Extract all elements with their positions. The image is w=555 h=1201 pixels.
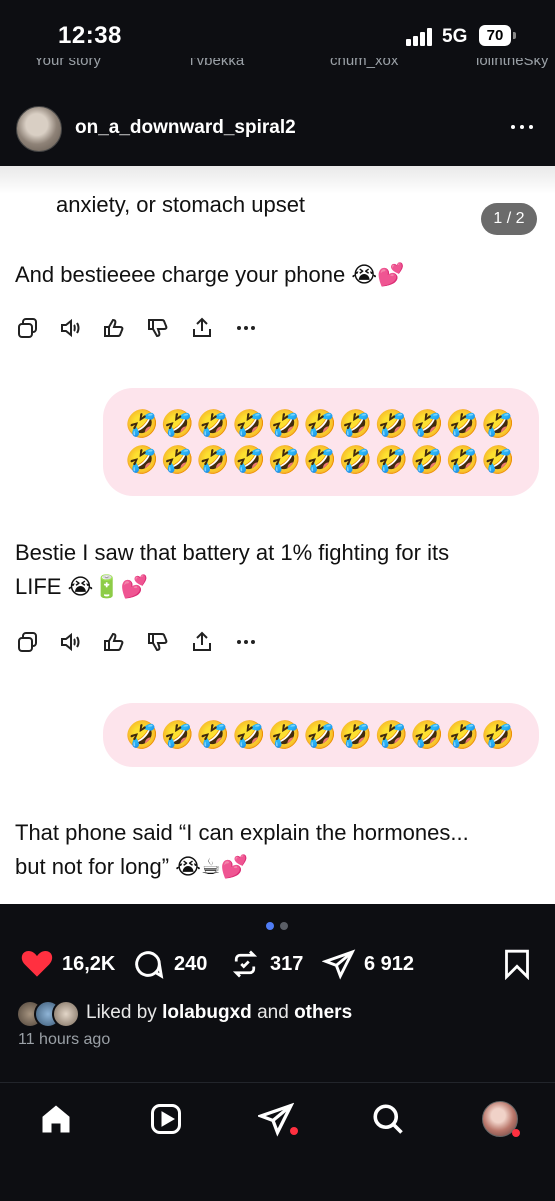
- emoji-line: 🤣🤣🤣🤣🤣🤣🤣🤣🤣🤣🤣: [125, 409, 517, 439]
- liked-by-user[interactable]: lolabugxd: [162, 1002, 252, 1023]
- bookmark-icon: [505, 949, 529, 980]
- user-message-bubble: 🤣🤣🤣🤣🤣🤣🤣🤣🤣🤣🤣: [103, 703, 539, 767]
- chat-message: And bestieeee charge your phone 😭💕: [15, 262, 405, 287]
- thumbs-up-icon[interactable]: [102, 630, 126, 654]
- user-message-bubble: 🤣🤣🤣🤣🤣🤣🤣🤣🤣🤣🤣 🤣🤣🤣🤣🤣🤣🤣🤣🤣🤣🤣: [103, 388, 539, 496]
- bottom-tab-bar: [0, 1082, 555, 1201]
- more-icon[interactable]: [234, 316, 258, 340]
- avatar: [52, 1000, 80, 1028]
- story-label[interactable]: Your story: [34, 58, 101, 69]
- emoji-line: 🤣🤣🤣🤣🤣🤣🤣🤣🤣🤣🤣: [125, 445, 517, 475]
- tab-search[interactable]: [370, 1101, 406, 1137]
- liked-by-others[interactable]: others: [294, 1002, 352, 1023]
- post-timestamp: 11 hours ago: [18, 1031, 111, 1048]
- share-count: 6 912: [364, 953, 415, 975]
- chat-message: anxiety, or stomach upset: [56, 192, 306, 217]
- chat-line: Bestie I saw that battery at 1% fighting…: [15, 540, 450, 565]
- notification-dot: [512, 1129, 520, 1137]
- speaker-icon[interactable]: [58, 316, 82, 340]
- chat-message: Bestie I saw that battery at 1% fighting…: [15, 536, 449, 604]
- stories-row: Your story i’vbekka chum_xox lolintheSky: [0, 58, 555, 72]
- search-icon: [373, 1104, 403, 1134]
- status-time: 12:38: [58, 22, 122, 49]
- share-button[interactable]: 6 912: [322, 946, 422, 982]
- tab-reels[interactable]: [148, 1101, 184, 1137]
- post-header: on_a_downward_spiral2: [0, 96, 555, 162]
- thumbs-up-icon[interactable]: [102, 316, 126, 340]
- send-icon: [256, 1102, 295, 1137]
- notification-dot: [290, 1127, 298, 1135]
- send-icon: [322, 949, 356, 980]
- message-actions: [16, 316, 276, 344]
- comment-count: 240: [174, 953, 208, 975]
- speaker-icon[interactable]: [58, 630, 82, 654]
- comment-icon: [135, 951, 164, 979]
- message-actions: [16, 630, 276, 658]
- like-count: 16,2K: [62, 953, 116, 975]
- story-label[interactable]: i’vbekka: [190, 58, 244, 69]
- share-icon[interactable]: [190, 316, 214, 340]
- thumbs-down-icon[interactable]: [146, 630, 170, 654]
- emoji-line: 🤣🤣🤣🤣🤣🤣🤣🤣🤣🤣🤣: [125, 720, 517, 750]
- copy-icon[interactable]: [16, 316, 40, 340]
- heart-icon: [21, 950, 53, 977]
- story-label[interactable]: lolintheSky: [476, 58, 549, 69]
- comment-button[interactable]: 240: [132, 946, 222, 982]
- chat-line: That phone said “I can explain the hormo…: [15, 820, 469, 845]
- repost-icon: [232, 950, 258, 978]
- like-button[interactable]: 16,2K: [20, 946, 120, 982]
- home-icon: [42, 1105, 70, 1133]
- network-type: 5G: [442, 26, 468, 47]
- repost-count: 317: [270, 953, 304, 975]
- post-username[interactable]: on_a_downward_spiral2: [75, 117, 296, 139]
- tab-home[interactable]: [38, 1101, 74, 1137]
- carousel-dots: [266, 922, 296, 932]
- post-image: anxiety, or stomach upset 1 / 2 And best…: [0, 166, 555, 904]
- story-label[interactable]: chum_xox: [330, 58, 398, 69]
- carousel-dot-active: [266, 922, 274, 930]
- battery-icon: 70: [479, 25, 516, 46]
- page-indicator: 1 / 2: [481, 203, 537, 235]
- chat-message: That phone said “I can explain the hormo…: [15, 816, 469, 884]
- avatar[interactable]: [16, 106, 62, 152]
- save-button[interactable]: [503, 946, 533, 982]
- carousel-dot: [280, 922, 288, 930]
- copy-icon[interactable]: [16, 630, 40, 654]
- repost-button[interactable]: 317: [230, 946, 310, 982]
- thumbs-down-icon[interactable]: [146, 316, 170, 340]
- reels-icon: [151, 1104, 181, 1134]
- tab-messages[interactable]: [256, 1101, 298, 1137]
- more-icon[interactable]: [234, 630, 258, 654]
- chat-line: LIFE 😭🔋💕: [15, 574, 149, 599]
- signal-icon: [406, 28, 434, 46]
- chat-line: but not for long” 😭☕💕: [15, 854, 249, 879]
- more-options-icon[interactable]: [511, 116, 535, 136]
- engagement-bar: 16,2K 240 317 6 912: [0, 946, 555, 986]
- tab-profile[interactable]: [482, 1101, 520, 1137]
- share-icon[interactable]: [190, 630, 214, 654]
- liked-by-text: Liked by lolabugxd and others: [86, 1002, 353, 1023]
